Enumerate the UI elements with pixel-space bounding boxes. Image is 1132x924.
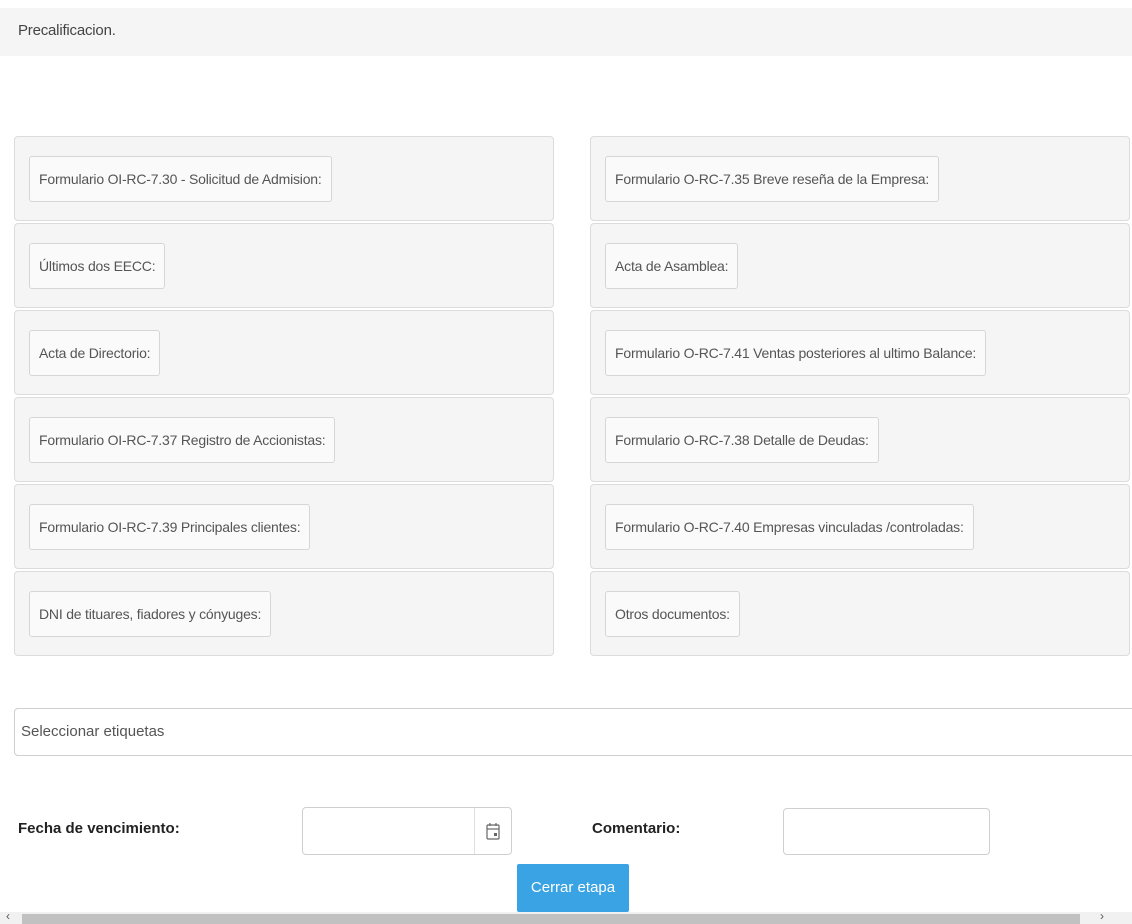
doc-row: Formulario O-RC-7.41 Ventas posteriores … bbox=[590, 310, 1130, 395]
section-header: Precalificacion. bbox=[0, 8, 1132, 56]
upload-ultimos-eecc-button[interactable]: Últimos dos EECC: bbox=[29, 243, 166, 289]
scrollbar-thumb[interactable] bbox=[22, 914, 1080, 924]
doc-row: Formulario OI-RC-7.37 Registro de Accion… bbox=[14, 397, 554, 482]
upload-detalle-deudas-button[interactable]: Formulario O-RC-7.38 Detalle de Deudas: bbox=[605, 417, 879, 463]
doc-row: Acta de Directorio: bbox=[14, 310, 554, 395]
upload-dni-titulares-button[interactable]: DNI de tituares, fiadores y cónyuges: bbox=[29, 591, 272, 637]
section-title: Precalificacion. bbox=[18, 22, 116, 39]
scroll-left-icon[interactable]: ‹ bbox=[6, 910, 10, 922]
scroll-right-icon[interactable]: › bbox=[1100, 910, 1104, 922]
horizontal-scrollbar[interactable]: ‹ › bbox=[0, 910, 1132, 924]
doc-row: DNI de tituares, fiadores y cónyuges: bbox=[14, 571, 554, 656]
fecha-vencimiento-label: Fecha de vencimiento: bbox=[18, 820, 180, 837]
upload-resena-empresa-button[interactable]: Formulario O-RC-7.35 Breve reseña de la … bbox=[605, 156, 940, 202]
doc-row: Otros documentos: bbox=[590, 571, 1130, 656]
doc-row: Acta de Asamblea: bbox=[590, 223, 1130, 308]
upload-acta-directorio-button[interactable]: Acta de Directorio: bbox=[29, 330, 161, 376]
doc-row: Formulario OI-RC-7.30 - Solicitud de Adm… bbox=[14, 136, 554, 221]
tags-select-input[interactable]: Seleccionar etiquetas bbox=[14, 708, 1132, 756]
upload-ventas-posteriores-button[interactable]: Formulario O-RC-7.41 Ventas posteriores … bbox=[605, 330, 987, 376]
upload-otros-documentos-button[interactable]: Otros documentos: bbox=[605, 591, 740, 637]
comentario-label: Comentario: bbox=[592, 820, 681, 837]
documents-left-column: Formulario OI-RC-7.30 - Solicitud de Adm… bbox=[14, 136, 554, 658]
upload-solicitud-admision-button[interactable]: Formulario OI-RC-7.30 - Solicitud de Adm… bbox=[29, 156, 332, 202]
comentario-input[interactable] bbox=[783, 808, 990, 855]
upload-empresas-vinculadas-button[interactable]: Formulario O-RC-7.40 Empresas vinculadas… bbox=[605, 504, 974, 550]
documents-right-column: Formulario O-RC-7.35 Breve reseña de la … bbox=[590, 136, 1130, 658]
calendar-icon[interactable] bbox=[474, 808, 511, 854]
upload-principales-clientes-button[interactable]: Formulario OI-RC-7.39 Principales client… bbox=[29, 504, 311, 550]
fecha-vencimiento-field bbox=[302, 807, 512, 855]
doc-row: Formulario O-RC-7.35 Breve reseña de la … bbox=[590, 136, 1130, 221]
upload-registro-accionistas-button[interactable]: Formulario OI-RC-7.37 Registro de Accion… bbox=[29, 417, 336, 463]
doc-row: Últimos dos EECC: bbox=[14, 223, 554, 308]
doc-row: Formulario OI-RC-7.39 Principales client… bbox=[14, 484, 554, 569]
fecha-vencimiento-input[interactable] bbox=[303, 808, 475, 854]
upload-acta-asamblea-button[interactable]: Acta de Asamblea: bbox=[605, 243, 739, 289]
doc-row: Formulario O-RC-7.40 Empresas vinculadas… bbox=[590, 484, 1130, 569]
close-stage-button[interactable]: Cerrar etapa bbox=[517, 864, 629, 912]
doc-row: Formulario O-RC-7.38 Detalle de Deudas: bbox=[590, 397, 1130, 482]
